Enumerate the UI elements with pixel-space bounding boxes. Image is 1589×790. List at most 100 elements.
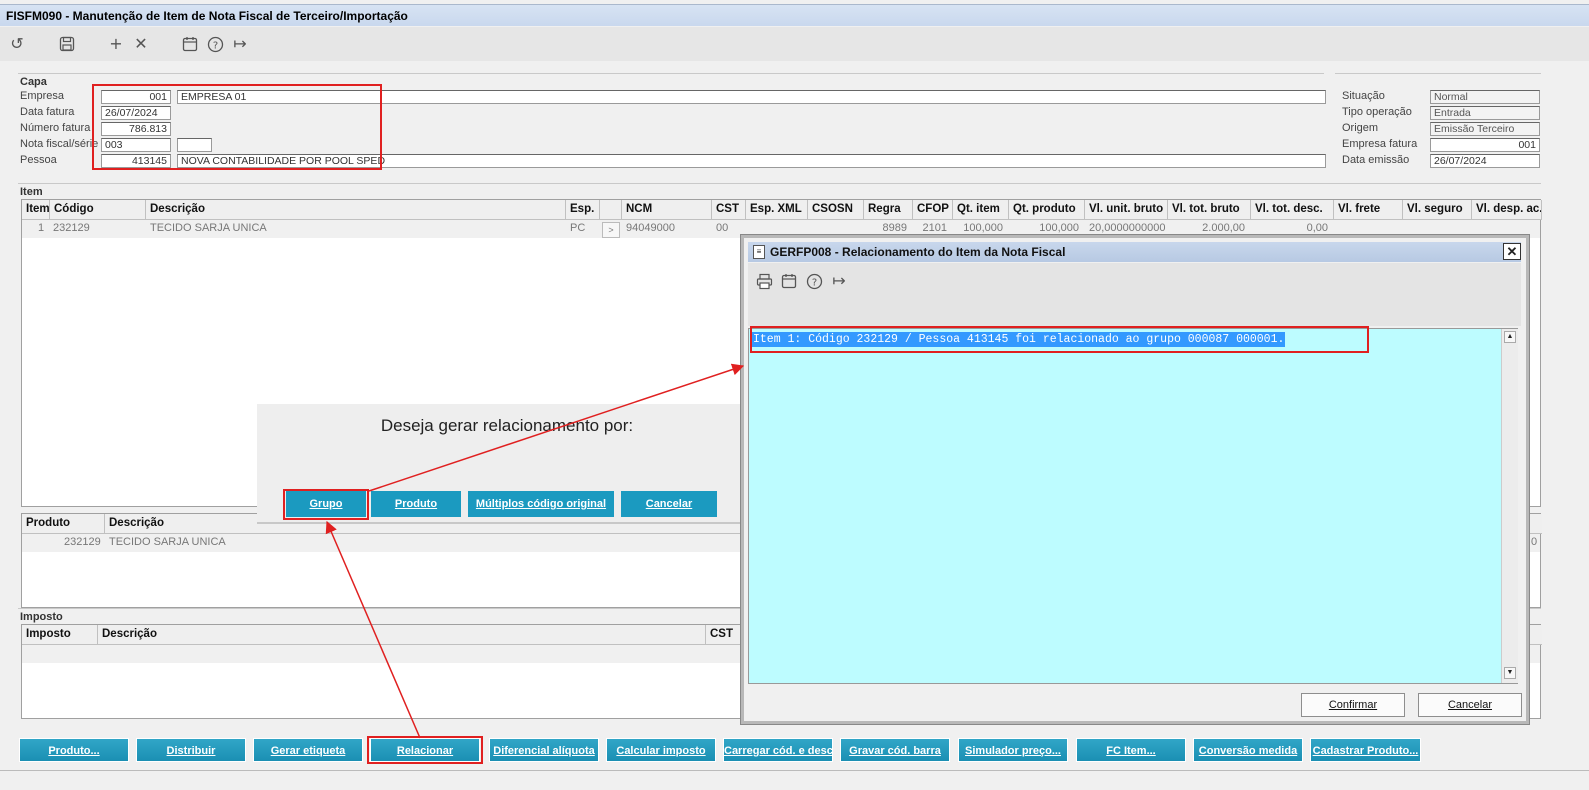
capa-highlight-box: [92, 84, 382, 170]
cell-vl-tot-desc: 0,00: [1306, 222, 1328, 234]
gerar-etiqueta-button[interactable]: Gerar etiqueta: [253, 738, 363, 762]
cell-cst: 00: [716, 222, 729, 234]
col-descricao[interactable]: Descrição: [146, 200, 566, 220]
cell-qt-item: 100,000: [963, 222, 1003, 234]
origem-field: Emissão Terceiro: [1430, 122, 1540, 136]
produto-button[interactable]: Produto: [371, 491, 461, 517]
save-icon[interactable]: [57, 34, 77, 54]
gravar-cod-barra-button[interactable]: Gravar cód. barra: [840, 738, 950, 762]
col-qt-produto[interactable]: Qt. produto: [1009, 200, 1085, 220]
empresa-fatura-label: Empresa fatura: [1342, 138, 1418, 150]
scroll-up-icon[interactable]: ▲: [1504, 331, 1516, 343]
col-esp-xml[interactable]: Esp. XML: [746, 200, 808, 220]
add-icon[interactable]: +: [106, 34, 126, 54]
imposto-section-label: Imposto: [20, 611, 63, 623]
esp-lookup-button[interactable]: >: [602, 222, 620, 238]
print-icon[interactable]: [754, 271, 774, 291]
calendar-icon[interactable]: [779, 271, 799, 291]
produto-menu-button[interactable]: Produto...: [19, 738, 129, 762]
help-icon[interactable]: ?: [205, 34, 225, 54]
col-produto[interactable]: Produto: [22, 514, 105, 534]
col-vl-seguro[interactable]: Vl. seguro: [1403, 200, 1472, 220]
svg-text:?: ?: [212, 41, 217, 52]
col-qt-item[interactable]: Qt. item: [953, 200, 1009, 220]
relacionar-highlight-box: [367, 736, 483, 764]
delete-icon[interactable]: ✕: [131, 34, 151, 54]
col-item[interactable]: Item: [22, 200, 50, 220]
capa-section-label: Capa: [20, 76, 47, 88]
cadastrar-produto-button[interactable]: Cadastrar Produto...: [1310, 738, 1421, 762]
document-icon: ≡: [753, 245, 765, 259]
cancel-button[interactable]: Cancelar: [1418, 693, 1522, 717]
gerfp-window-title: GERFP008 - Relacionamento do Item da Not…: [748, 242, 1521, 262]
situacao-label: Situação: [1342, 90, 1385, 102]
gerfp-window: GERFP008 - Relacionamento do Item da Not…: [741, 235, 1529, 724]
cell-descricao: TECIDO SARJA UNICA: [150, 222, 267, 234]
cell-item: 1: [38, 222, 45, 234]
col-csosn[interactable]: CSOSN: [808, 200, 864, 220]
toolbar: ↺ + ✕ ? ↦: [0, 27, 1589, 61]
col-imposto-descricao[interactable]: Descrição: [98, 625, 706, 645]
multiplos-codigo-button[interactable]: Múltiplos código original: [468, 491, 614, 517]
data-emissao-field[interactable]: 26/07/2024: [1430, 154, 1540, 168]
col-vl-tot-bruto[interactable]: Vl. tot. bruto: [1168, 200, 1251, 220]
undo-icon[interactable]: ↺: [7, 34, 27, 54]
capa-divider: [18, 73, 1324, 74]
svg-text:?: ?: [811, 278, 816, 289]
close-button[interactable]: ✕: [1503, 243, 1521, 260]
cell-ncm: 94049000: [626, 222, 675, 234]
col-vl-desp-ac[interactable]: Vl. desp. ac.: [1472, 200, 1542, 220]
cell-codigo: 232129: [53, 222, 90, 234]
message-highlight-box: [750, 326, 1369, 353]
item-divider: [18, 183, 1541, 184]
data-emissao-label: Data emissão: [1342, 154, 1410, 166]
confirm-button[interactable]: Confirmar: [1301, 693, 1405, 717]
distribuir-button[interactable]: Distribuir: [136, 738, 246, 762]
diferencial-aliquota-button[interactable]: Diferencial alíquota: [489, 738, 599, 762]
prompt-question: Deseja gerar relacionamento por:: [380, 416, 634, 435]
cell-cfop: 2101: [922, 222, 947, 234]
col-regra[interactable]: Regra: [864, 200, 913, 220]
pessoa-label: Pessoa: [20, 154, 57, 166]
numero-fatura-label: Número fatura: [20, 122, 91, 134]
carregar-cod-desc-button[interactable]: Carregar cód. e desc.: [723, 738, 833, 762]
col-imposto-cst[interactable]: CST: [706, 625, 742, 645]
col-vl-unit-bruto[interactable]: Vl. unit. bruto: [1085, 200, 1168, 220]
calcular-imposto-button[interactable]: Calcular imposto: [606, 738, 716, 762]
status-bar: [0, 770, 1589, 790]
fc-item-button[interactable]: FC Item...: [1076, 738, 1186, 762]
nota-fiscal-label: Nota fiscal/série: [20, 138, 99, 150]
tipo-operacao-label: Tipo operação: [1342, 106, 1412, 118]
cell-produto-descricao: TECIDO SARJA UNICA: [109, 536, 226, 548]
help-icon[interactable]: ?: [804, 271, 824, 291]
message-textarea[interactable]: Item 1: Código 232129 / Pessoa 413145 fo…: [748, 328, 1518, 684]
conversao-medida-button[interactable]: Conversão medida: [1193, 738, 1303, 762]
scroll-down-icon[interactable]: ▼: [1504, 667, 1516, 679]
cell-vl-unit-bruto: 20,0000000000: [1089, 222, 1166, 234]
situacao-field: Normal: [1430, 90, 1540, 104]
col-vl-frete[interactable]: Vl. frete: [1334, 200, 1403, 220]
cell-esp: PC: [570, 222, 586, 234]
calendar-icon[interactable]: [180, 34, 200, 54]
col-lookup[interactable]: [600, 200, 622, 220]
col-codigo[interactable]: Código: [50, 200, 146, 220]
cell-produto: 232129: [64, 536, 101, 548]
empresa-fatura-field[interactable]: 001: [1430, 138, 1540, 152]
col-cst[interactable]: CST: [712, 200, 746, 220]
col-imposto[interactable]: Imposto: [22, 625, 98, 645]
prompt-cancel-button[interactable]: Cancelar: [621, 491, 717, 517]
item-section-label: Item: [20, 186, 43, 198]
exit-icon[interactable]: ↦: [230, 34, 250, 54]
exit-icon[interactable]: ↦: [829, 271, 849, 291]
col-esp[interactable]: Esp.: [566, 200, 600, 220]
origem-label: Origem: [1342, 122, 1379, 134]
col-vl-tot-desc[interactable]: Vl. tot. desc.: [1251, 200, 1334, 220]
col-cfop[interactable]: CFOP: [913, 200, 953, 220]
data-fatura-label: Data fatura: [20, 106, 75, 118]
scrollbar[interactable]: ▲ ▼: [1501, 329, 1518, 683]
cell-vl-tot-bruto: 2.000,00: [1202, 222, 1245, 234]
col-ncm[interactable]: NCM: [622, 200, 712, 220]
grupo-highlight-box: [283, 489, 369, 520]
simulador-preco-button[interactable]: Simulador preço...: [958, 738, 1068, 762]
cell-trail: 0: [1531, 536, 1538, 548]
